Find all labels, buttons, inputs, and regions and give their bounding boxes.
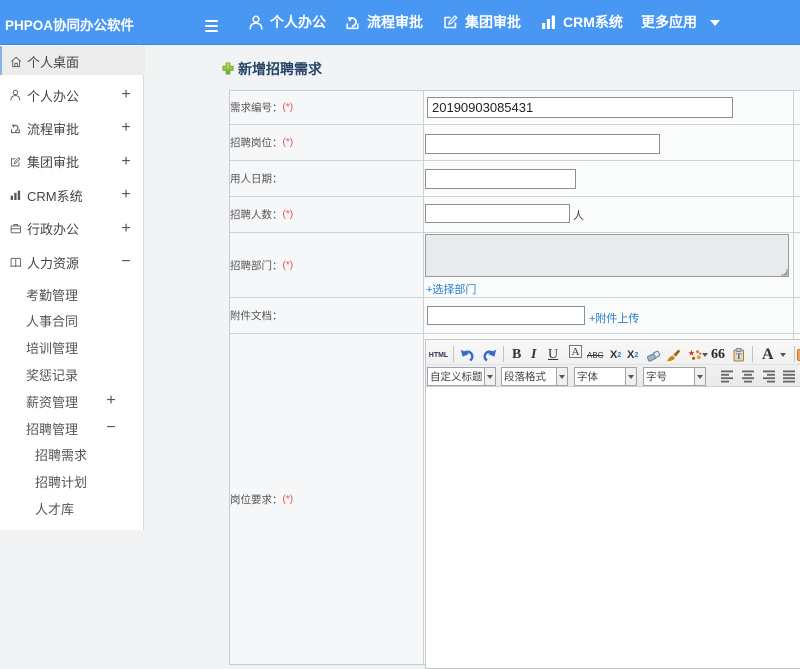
svg-text:T: T xyxy=(736,352,742,361)
